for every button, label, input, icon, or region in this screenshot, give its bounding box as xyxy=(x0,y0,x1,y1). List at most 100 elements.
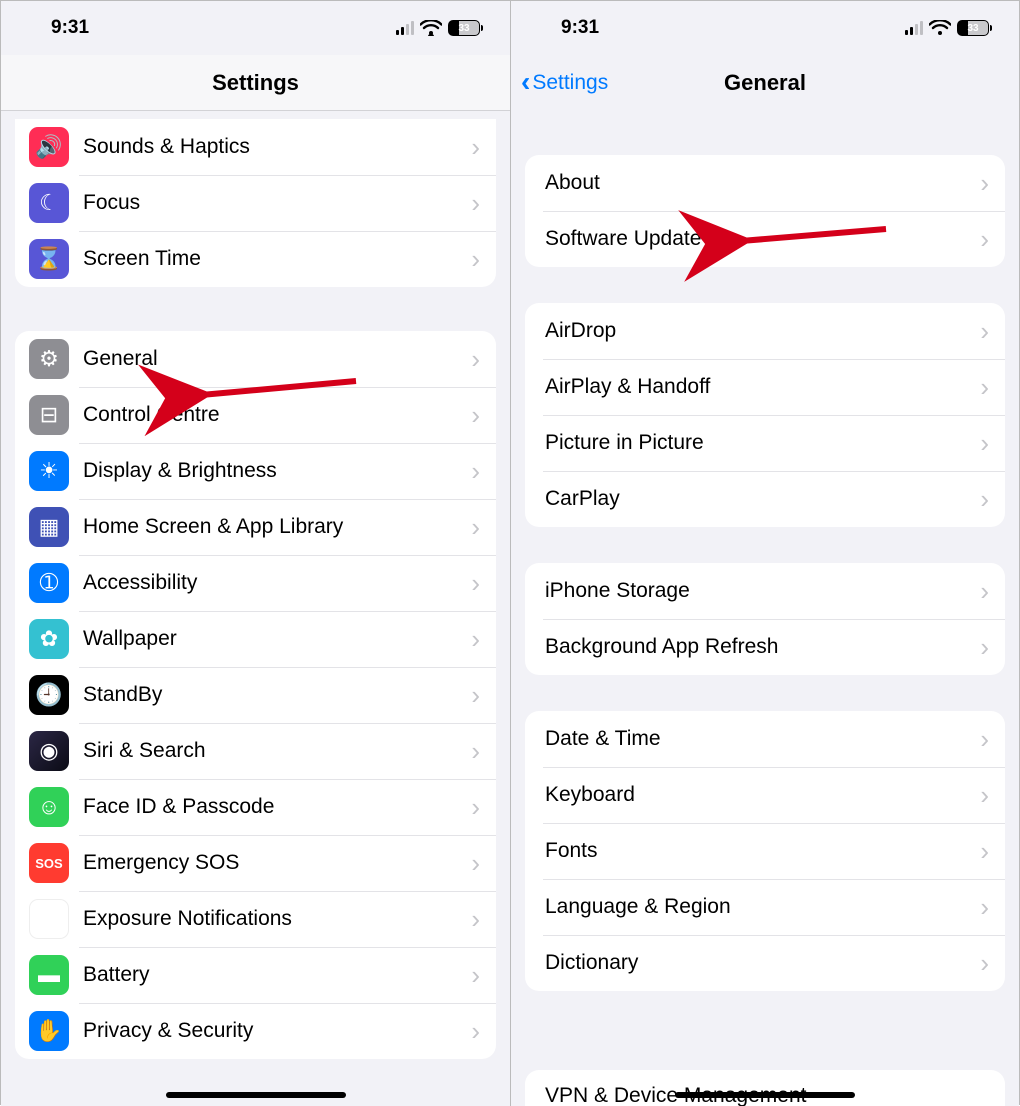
general-row-language-region[interactable]: Language & Region› xyxy=(525,879,1005,935)
chevron-right-icon: › xyxy=(980,836,989,867)
status-icons: 33 xyxy=(396,20,480,36)
settings-row-privacy-security[interactable]: ✋Privacy & Security› xyxy=(15,1003,496,1059)
battery-icon: ▬ xyxy=(29,955,69,995)
row-label: StandBy xyxy=(83,683,471,707)
general-row-iphone-storage[interactable]: iPhone Storage› xyxy=(525,563,1005,619)
general-group-connect: AirDrop›AirPlay & Handoff›Picture in Pic… xyxy=(525,303,1005,527)
chevron-right-icon: › xyxy=(980,948,989,979)
chevron-right-icon: › xyxy=(980,724,989,755)
settings-row-home-screen-app-library[interactable]: ▦ Home Screen & App Library› xyxy=(15,499,496,555)
general-row-fonts[interactable]: Fonts› xyxy=(525,823,1005,879)
page-title: General xyxy=(724,70,806,96)
settings-row-focus[interactable]: ☾Focus› xyxy=(15,175,496,231)
chevron-right-icon: › xyxy=(980,428,989,459)
general-group-about: About›Software Update› xyxy=(525,155,1005,267)
row-label: AirPlay & Handoff xyxy=(545,375,980,399)
cellular-icon xyxy=(396,21,414,35)
screentime-icon: ⌛ xyxy=(29,239,69,279)
chevron-right-icon: › xyxy=(980,780,989,811)
settings-row-screen-time[interactable]: ⌛ Screen Time› xyxy=(15,231,496,287)
general-row-keyboard[interactable]: Keyboard› xyxy=(525,767,1005,823)
row-label: Software Update xyxy=(545,227,980,251)
battery-icon: 33 xyxy=(957,20,989,36)
row-label: Screen Time xyxy=(83,247,471,271)
wifi-icon xyxy=(929,20,951,36)
row-label: CarPlay xyxy=(545,487,980,511)
general-row-airplay-handoff[interactable]: AirPlay & Handoff› xyxy=(525,359,1005,415)
wallpaper-icon: ✿ xyxy=(29,619,69,659)
page-title: Settings xyxy=(212,70,299,96)
row-label: Control Centre xyxy=(83,403,471,427)
general-row-dictionary[interactable]: Dictionary› xyxy=(525,935,1005,991)
chevron-right-icon: › xyxy=(980,632,989,663)
settings-row-accessibility[interactable]: ➀ Accessibility› xyxy=(15,555,496,611)
general-row-software-update[interactable]: Software Update› xyxy=(525,211,1005,267)
chevron-right-icon: › xyxy=(980,316,989,347)
general-list[interactable]: About›Software Update› AirDrop›AirPlay &… xyxy=(511,111,1019,1106)
row-label: Language & Region xyxy=(545,895,980,919)
row-label: Dictionary xyxy=(545,951,980,975)
row-label: Sounds & Haptics xyxy=(83,135,471,159)
general-row-about[interactable]: About› xyxy=(525,155,1005,211)
general-row-background-app-refresh[interactable]: Background App Refresh› xyxy=(525,619,1005,675)
chevron-right-icon: › xyxy=(471,624,480,655)
back-label: Settings xyxy=(532,71,608,95)
status-time: 9:31 xyxy=(561,17,599,39)
chevron-right-icon: › xyxy=(471,344,480,375)
settings-list[interactable]: 🔊Sounds & Haptics›☾Focus›⌛Screen Time› ⚙… xyxy=(1,111,510,1106)
chevron-right-icon: › xyxy=(471,960,480,991)
chevron-right-icon: › xyxy=(471,132,480,163)
settings-row-display-brightness[interactable]: ☀Display & Brightness› xyxy=(15,443,496,499)
settings-row-wallpaper[interactable]: ✿Wallpaper› xyxy=(15,611,496,667)
chevron-right-icon: › xyxy=(471,568,480,599)
settings-screen: 9:31 33 Settings 🔊Sounds & Haptics›☾Focu… xyxy=(1,1,510,1106)
general-row-vpn[interactable]: VPN & Device Management xyxy=(525,1070,1005,1106)
settings-row-general[interactable]: ⚙General› xyxy=(15,331,496,387)
access-icon: ➀ xyxy=(29,563,69,603)
status-bar: 9:31 33 xyxy=(511,1,1019,55)
sound-icon: 🔊 xyxy=(29,127,69,167)
chevron-right-icon: › xyxy=(471,848,480,879)
row-label: Battery xyxy=(83,963,471,987)
settings-group-personal: 🔊Sounds & Haptics›☾Focus›⌛Screen Time› xyxy=(15,119,496,287)
general-row-date-time[interactable]: Date & Time› xyxy=(525,711,1005,767)
chevron-right-icon: › xyxy=(471,244,480,275)
chevron-right-icon: › xyxy=(471,904,480,935)
general-row-picture-in-picture[interactable]: Picture in Picture› xyxy=(525,415,1005,471)
row-label: About xyxy=(545,171,980,195)
settings-row-face-id-passcode[interactable]: ☺Face ID & Passcode› xyxy=(15,779,496,835)
row-label: AirDrop xyxy=(545,319,980,343)
control-icon: ⊟ xyxy=(29,395,69,435)
settings-row-exposure-notifications[interactable]: ☀Exposure Notifications› xyxy=(15,891,496,947)
standby-icon: 🕘 xyxy=(29,675,69,715)
home-icon: ▦ xyxy=(29,507,69,547)
chevron-right-icon: › xyxy=(471,512,480,543)
general-row-carplay[interactable]: CarPlay› xyxy=(525,471,1005,527)
settings-row-sounds-haptics[interactable]: 🔊 Sounds & Haptics› xyxy=(15,119,496,175)
settings-row-emergency-sos[interactable]: SOSEmergency SOS› xyxy=(15,835,496,891)
chevron-right-icon: › xyxy=(471,188,480,219)
nav-header: ‹ Settings General xyxy=(511,55,1019,111)
focus-icon: ☾ xyxy=(29,183,69,223)
home-indicator xyxy=(675,1092,855,1098)
home-indicator xyxy=(166,1092,346,1098)
chevron-right-icon: › xyxy=(980,224,989,255)
chevron-right-icon: › xyxy=(980,892,989,923)
chevron-left-icon: ‹ xyxy=(521,68,530,96)
row-label: Home Screen & App Library xyxy=(83,515,471,539)
chevron-right-icon: › xyxy=(471,792,480,823)
chevron-right-icon: › xyxy=(471,736,480,767)
settings-group-general: ⚙General›⊟Control Centre›☀Display & Brig… xyxy=(15,331,496,1059)
chevron-right-icon: › xyxy=(471,456,480,487)
back-button[interactable]: ‹ Settings xyxy=(521,55,608,110)
row-label: Background App Refresh xyxy=(545,635,980,659)
nav-header: Settings xyxy=(1,55,510,111)
row-label: Keyboard xyxy=(545,783,980,807)
settings-row-control-centre[interactable]: ⊟Control Centre› xyxy=(15,387,496,443)
row-label: Accessibility xyxy=(83,571,471,595)
settings-row-siri-search[interactable]: ◉Siri & Search› xyxy=(15,723,496,779)
settings-row-standby[interactable]: 🕘StandBy› xyxy=(15,667,496,723)
exposure-icon: ☀ xyxy=(29,899,69,939)
settings-row-battery[interactable]: ▬ Battery› xyxy=(15,947,496,1003)
general-row-airdrop[interactable]: AirDrop› xyxy=(525,303,1005,359)
